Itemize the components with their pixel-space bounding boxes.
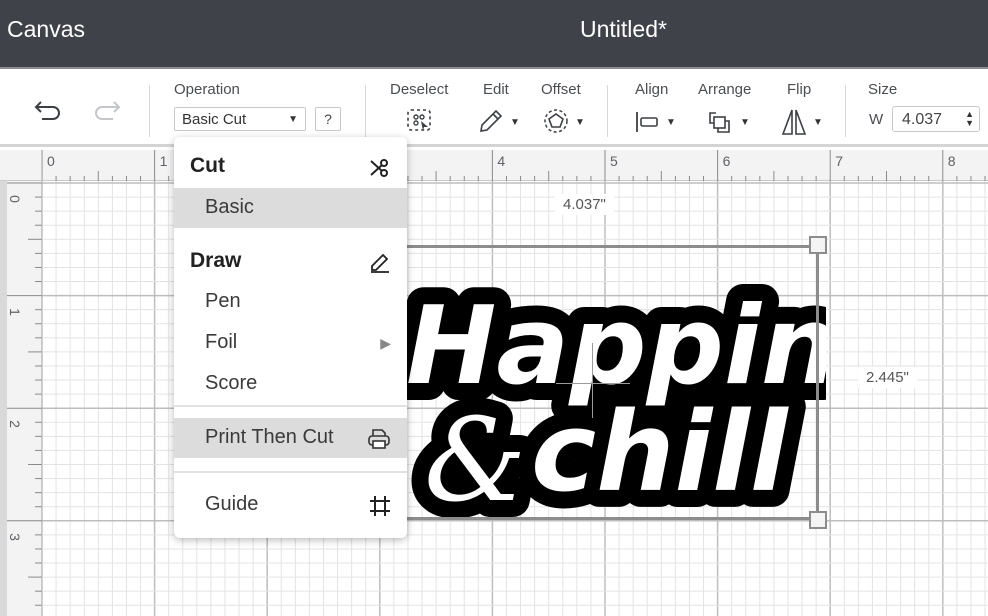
menu-divider [174,471,407,473]
size-label: Size [868,81,898,98]
menu-header-draw: Draw [190,249,242,272]
operation-select[interactable]: Basic Cut ▼ [174,107,306,131]
arrange-label: Arrange [698,81,752,98]
pen-icon [369,251,391,278]
divider [365,85,366,137]
design-canvas[interactable]: 012345678 0123 Happines & chill Happines… [0,150,988,616]
ruler-label-top: 8 [947,153,956,169]
flip-icon[interactable] [780,107,808,142]
arrange-dropdown-caret[interactable]: ▼ [740,117,750,128]
ruler-label-left: 0 [6,195,23,203]
flip-label: Flip [787,81,812,98]
ruler-label-top: 4 [497,153,506,169]
width-label: W [869,111,884,128]
divider [149,85,150,137]
app-name: Canvas [7,16,85,42]
center-crosshair [556,383,630,384]
ruler-label-left: 2 [6,420,23,429]
offset-label: Offset [541,81,581,98]
arrange-icon[interactable] [707,109,735,140]
ruler-label-left: 3 [6,532,23,541]
menu-item-score[interactable]: Score [174,364,407,404]
ruler-label-top: 5 [610,153,618,169]
align-label: Align [635,81,669,98]
scissors-icon [369,157,391,184]
offset-icon[interactable] [542,108,570,139]
selection-handle-top-right[interactable] [809,236,827,254]
edit-toolbar: Operation Basic Cut ▼ ? Deselect Edit ▼ … [0,71,988,147]
align-left-icon[interactable] [634,110,662,139]
operation-label: Operation [174,81,240,98]
edit-pencil-icon[interactable] [477,107,505,140]
width-stepper[interactable]: ▲ ▼ [965,110,974,128]
menu-item-basic[interactable]: Basic [174,188,407,228]
ruler-label-top: 1 [159,153,168,169]
menu-header-cut: Cut [190,154,225,177]
ruler-label-top: 0 [47,153,55,169]
width-value: 4.037 [902,111,943,128]
divider [845,85,846,137]
operation-select-value: Basic Cut [182,111,247,128]
menu-item-foil[interactable]: Foil [174,323,407,363]
ruler-corner [0,150,42,181]
operation-dropdown-menu: Cut Basic Draw Pen Foil ▶ Score Print Th… [174,137,407,538]
deselect-label: Deselect [390,81,449,98]
edit-label: Edit [483,81,509,98]
undo-icon[interactable] [33,99,63,128]
title-bar: Canvas Untitled* [0,0,988,69]
submenu-arrow-icon: ▶ [380,335,391,351]
selection-handle-bottom-right[interactable] [809,511,827,529]
edit-dropdown-caret[interactable]: ▼ [510,117,520,128]
offset-dropdown-caret[interactable]: ▼ [575,117,585,128]
menu-item-pen[interactable]: Pen [174,282,407,322]
center-crosshair [592,343,593,418]
ruler-label-top: 7 [835,153,843,169]
flip-dropdown-caret[interactable]: ▼ [813,117,823,128]
divider [607,85,608,137]
guide-icon [369,495,391,522]
document-title[interactable]: Untitled* [580,16,667,43]
align-dropdown-caret[interactable]: ▼ [666,117,676,128]
printer-icon [367,428,391,455]
ruler-label-left: 1 [6,307,23,316]
deselect-icon[interactable] [406,108,434,139]
left-ruler[interactable]: 0 1 2 3 [0,150,42,616]
width-dimension-label: 4.037" [555,194,614,215]
redo-icon[interactable] [92,99,122,128]
width-input[interactable]: 4.037 ▲ ▼ [892,106,980,132]
height-dimension-label: 2.445" [858,367,917,388]
menu-divider [174,405,407,407]
ruler-label-top: 6 [722,153,731,169]
operation-help-button[interactable]: ? [315,107,341,131]
top-ruler[interactable]: 012345678 [0,150,988,181]
chevron-down-icon: ▼ [288,114,298,125]
